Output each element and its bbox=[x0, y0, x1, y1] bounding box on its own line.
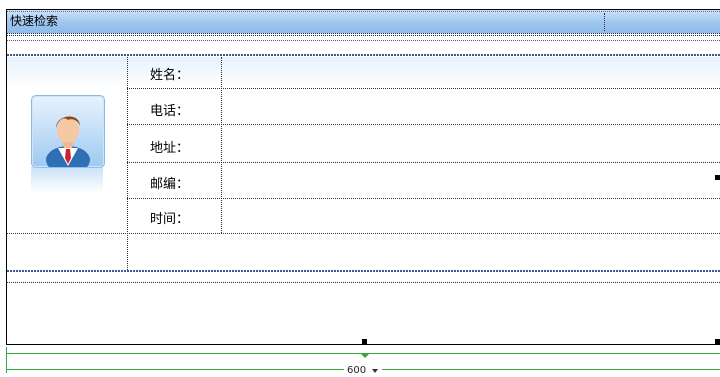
table-width-menu-arrow[interactable] bbox=[372, 369, 378, 373]
spacer-row-border bbox=[7, 35, 720, 37]
row-divider-2 bbox=[127, 124, 720, 126]
user-avatar-icon bbox=[31, 95, 105, 168]
phone-label: 电话： bbox=[149, 104, 189, 119]
form-top-border bbox=[7, 53, 720, 56]
title-dotted-border bbox=[7, 11, 720, 33]
row-divider-4 bbox=[127, 198, 720, 200]
title-cell-divider bbox=[604, 13, 606, 31]
ruler-line-left bbox=[6, 369, 344, 370]
resize-handle-corner[interactable] bbox=[715, 339, 720, 344]
row-divider-5 bbox=[7, 233, 720, 235]
resize-handle-right[interactable] bbox=[715, 175, 720, 180]
ruler-line-right bbox=[382, 369, 720, 370]
label-column-divider bbox=[221, 57, 223, 233]
footer-row-border bbox=[7, 282, 720, 284]
column-width-arrow[interactable] bbox=[361, 354, 369, 358]
zipcode-label: 邮编： bbox=[149, 177, 189, 192]
row-divider-1 bbox=[127, 88, 720, 90]
table-border-bottom bbox=[6, 344, 720, 345]
table-width-label: 600 bbox=[347, 365, 367, 376]
spacer-row-border-2 bbox=[7, 40, 720, 42]
design-canvas: 快速检索 姓名： 电话： 地址： 邮编： 时间： 600 bbox=[0, 0, 720, 377]
address-label: 地址： bbox=[149, 141, 189, 156]
form-bottom-border bbox=[7, 269, 720, 272]
row-divider-3 bbox=[127, 162, 720, 164]
resize-handle-bottom[interactable] bbox=[362, 339, 367, 344]
name-label: 姓名： bbox=[149, 68, 189, 83]
time-label: 时间： bbox=[149, 212, 189, 227]
avatar-reflection bbox=[31, 167, 103, 193]
